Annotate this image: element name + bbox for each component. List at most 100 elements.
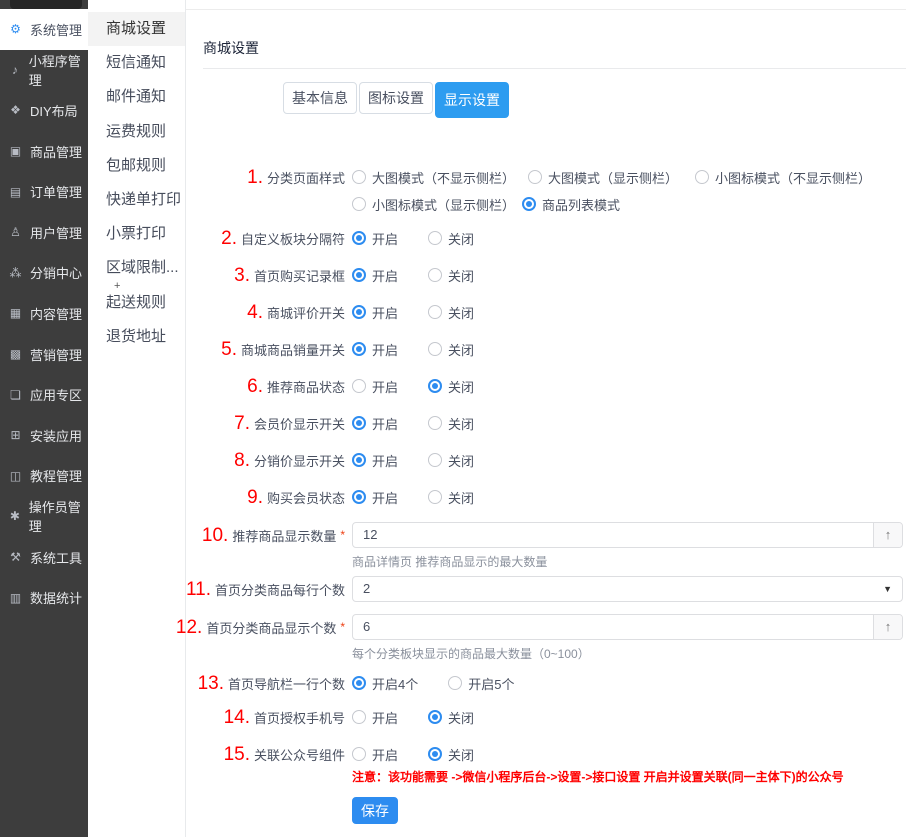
sidebar-item-distribution[interactable]: ⁂分销中心: [0, 253, 88, 294]
radio-button[interactable]: [352, 453, 366, 467]
radio-button[interactable]: [352, 305, 366, 319]
row-number: 9.: [247, 488, 263, 507]
submenu-item-mall-settings[interactable]: 商城设置: [88, 12, 185, 46]
radio-label: 开启: [372, 745, 398, 764]
radio-button[interactable]: [428, 379, 442, 393]
radio-button[interactable]: [352, 710, 366, 724]
field-label: 3.首页购买记录框: [186, 265, 345, 285]
sidebar-item-tools[interactable]: ⚒系统工具: [0, 537, 88, 578]
radio-button[interactable]: [428, 342, 442, 356]
radio-button[interactable]: [352, 268, 366, 282]
sidebar-item-bar-chart[interactable]: ▥数据统计: [0, 577, 88, 618]
radio-button[interactable]: [428, 453, 442, 467]
sidebar-item-content[interactable]: ▦内容管理: [0, 293, 88, 334]
radio-option[interactable]: 关闭: [428, 339, 474, 359]
radio-button[interactable]: [352, 379, 366, 393]
tab-basic-info[interactable]: 基本信息: [283, 82, 357, 114]
radio-button[interactable]: [428, 231, 442, 245]
radio-option[interactable]: 关闭: [428, 302, 474, 322]
radio-option[interactable]: 开启: [352, 376, 398, 396]
radio-option[interactable]: 开启: [352, 707, 398, 727]
submenu-item-receipt-print[interactable]: 小票打印: [88, 217, 185, 251]
expand-plus-icon[interactable]: +: [114, 280, 120, 292]
radio-option[interactable]: 开启5个: [448, 673, 514, 693]
sidebar-item-order[interactable]: ▤订单管理: [0, 171, 88, 212]
radio-option[interactable]: 开启: [352, 265, 398, 285]
radio-button[interactable]: [448, 676, 462, 690]
spinner-up-button[interactable]: ↑: [873, 523, 902, 547]
radio-option[interactable]: 商品列表模式: [522, 194, 620, 214]
tab-display-settings[interactable]: 显示设置: [435, 82, 509, 118]
submenu-item-return-address[interactable]: 退货地址: [88, 320, 185, 354]
sidebar-item-goods[interactable]: ▣商品管理: [0, 131, 88, 172]
radio-option[interactable]: 开启: [352, 487, 398, 507]
tab-icon-settings[interactable]: 图标设置: [359, 82, 433, 114]
sidebar-item-marketing[interactable]: ▩营销管理: [0, 334, 88, 375]
radio-option[interactable]: 大图模式（显示侧栏）: [528, 167, 695, 187]
sidebar-item-install-app[interactable]: ⊞安装应用: [0, 415, 88, 456]
sidebar-item-operator[interactable]: ✱操作员管理: [0, 496, 88, 537]
radio-button[interactable]: [352, 490, 366, 504]
radio-button[interactable]: [428, 416, 442, 430]
submenu-item-free-shipping-rules[interactable]: 包邮规则: [88, 149, 185, 183]
radio-button[interactable]: [528, 170, 542, 184]
radio-button[interactable]: [428, 268, 442, 282]
recommend-goods-count-input[interactable]: 12↑: [352, 522, 903, 548]
radio-option[interactable]: 开启: [352, 744, 398, 764]
radio-button[interactable]: [352, 342, 366, 356]
radio-option[interactable]: 小图标模式（不显示侧栏）: [695, 167, 871, 187]
row-number: 2.: [221, 229, 237, 248]
radio-button[interactable]: [352, 416, 366, 430]
sidebar-item-app-zone[interactable]: ❏应用专区: [0, 374, 88, 415]
row-number: 1.: [247, 168, 263, 187]
home-category-count-input[interactable]: 6↑: [352, 614, 903, 640]
field-label-text: 分销价显示开关: [254, 451, 345, 470]
radio-button[interactable]: [428, 490, 442, 504]
radio-option[interactable]: 大图模式（不显示侧栏）: [352, 167, 528, 187]
submenu-item-min-delivery-rules[interactable]: 起送规则: [88, 286, 185, 320]
radio-option[interactable]: 开启: [352, 450, 398, 470]
radio-button[interactable]: [352, 197, 366, 211]
radio-button[interactable]: [352, 676, 366, 690]
radio-button[interactable]: [428, 747, 442, 761]
submenu-item-express-print[interactable]: 快递单打印: [88, 183, 185, 217]
radio-option[interactable]: 关闭: [428, 228, 474, 248]
sidebar-item-diy-layout[interactable]: ❖DIY布局: [0, 90, 88, 131]
radio-option[interactable]: 关闭: [428, 487, 474, 507]
submenu-item-email-notify[interactable]: 邮件通知: [88, 80, 185, 114]
spinner-up-button[interactable]: ↑: [873, 615, 902, 639]
submenu-item-sms-notify[interactable]: 短信通知: [88, 46, 185, 80]
submenu-item-freight-rules[interactable]: 运费规则: [88, 115, 185, 149]
radio-button[interactable]: [352, 231, 366, 245]
radio-option[interactable]: 关闭: [428, 707, 474, 727]
sidebar-item-user[interactable]: ♙用户管理: [0, 212, 88, 253]
radio-button[interactable]: [352, 170, 366, 184]
radio-button[interactable]: [695, 170, 709, 184]
radio-option[interactable]: 小图标模式（显示侧栏）: [352, 194, 522, 214]
radio-button[interactable]: [522, 197, 536, 211]
radio-option[interactable]: 关闭: [428, 265, 474, 285]
radio-button[interactable]: [352, 747, 366, 761]
radio-option[interactable]: 开启: [352, 413, 398, 433]
radio-option[interactable]: 开启: [352, 339, 398, 359]
submenu-item-area-limit[interactable]: 区域限制...: [88, 251, 185, 285]
sidebar-item-miniprogram[interactable]: ♪小程序管理: [0, 50, 88, 91]
home-category-per-row-select[interactable]: 2▼: [352, 576, 903, 602]
radio-button[interactable]: [428, 710, 442, 724]
sidebar-item-tutorial[interactable]: ◫教程管理: [0, 456, 88, 497]
radio-option[interactable]: 关闭: [428, 413, 474, 433]
radio-option[interactable]: 关闭: [428, 744, 474, 764]
radio-option[interactable]: 关闭: [428, 376, 474, 396]
radio-option[interactable]: 开启: [352, 302, 398, 322]
row-number: 3.: [234, 266, 250, 285]
radio-button[interactable]: [428, 305, 442, 319]
field-control: 开启 关闭: [352, 744, 903, 771]
radio-group: 开启 关闭: [352, 376, 903, 396]
save-button[interactable]: 保存: [352, 797, 398, 824]
radio-option[interactable]: 开启: [352, 228, 398, 248]
field-label: 1.分类页面样式: [186, 167, 345, 187]
radio-option[interactable]: 开启4个: [352, 673, 418, 693]
radio-option[interactable]: 关闭: [428, 450, 474, 470]
field-control: 开启4个 开启5个: [352, 673, 903, 700]
sidebar-item-gear[interactable]: ⚙系统管理: [0, 9, 88, 50]
